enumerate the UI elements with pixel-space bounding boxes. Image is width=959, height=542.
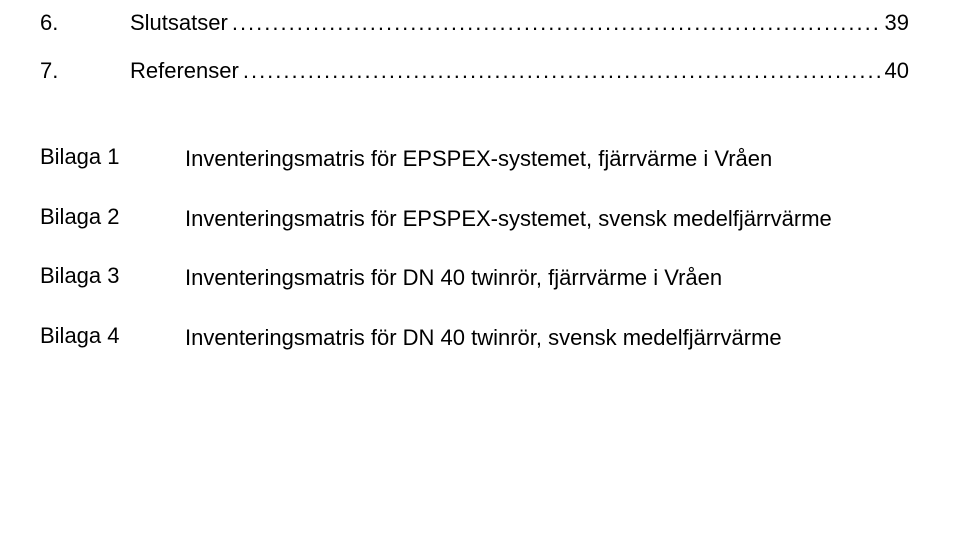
appendix-entry: Bilaga 4 Inventeringsmatris för DN 40 tw… bbox=[40, 323, 909, 353]
toc-entry: 6. Slutsatser ..........................… bbox=[40, 10, 909, 36]
appendix-label: Bilaga 2 bbox=[40, 204, 185, 230]
toc-entry: 7. Referenser ..........................… bbox=[40, 58, 909, 84]
toc-leader-dots: ........................................… bbox=[232, 10, 881, 36]
toc-leader-dots: ........................................… bbox=[243, 58, 881, 84]
toc-title: Referenser bbox=[130, 58, 239, 84]
toc-page-number: 40 bbox=[885, 58, 909, 84]
appendix-description: Inventeringsmatris för EPSPEX-systemet, … bbox=[185, 144, 909, 174]
appendix-description: Inventeringsmatris för EPSPEX-systemet, … bbox=[185, 204, 909, 234]
document-page: 6. Slutsatser ..........................… bbox=[0, 0, 959, 393]
toc-page-number: 39 bbox=[885, 10, 909, 36]
appendix-entry: Bilaga 3 Inventeringsmatris för DN 40 tw… bbox=[40, 263, 909, 293]
appendix-description: Inventeringsmatris för DN 40 twinrör, fj… bbox=[185, 263, 909, 293]
appendix-label: Bilaga 4 bbox=[40, 323, 185, 349]
appendix-description: Inventeringsmatris för DN 40 twinrör, sv… bbox=[185, 323, 909, 353]
appendix-list: Bilaga 1 Inventeringsmatris för EPSPEX-s… bbox=[40, 144, 909, 353]
toc-number: 7. bbox=[40, 58, 130, 84]
appendix-label: Bilaga 3 bbox=[40, 263, 185, 289]
appendix-label: Bilaga 1 bbox=[40, 144, 185, 170]
appendix-entry: Bilaga 1 Inventeringsmatris för EPSPEX-s… bbox=[40, 144, 909, 174]
appendix-entry: Bilaga 2 Inventeringsmatris för EPSPEX-s… bbox=[40, 204, 909, 234]
toc-number: 6. bbox=[40, 10, 130, 36]
toc-title: Slutsatser bbox=[130, 10, 228, 36]
